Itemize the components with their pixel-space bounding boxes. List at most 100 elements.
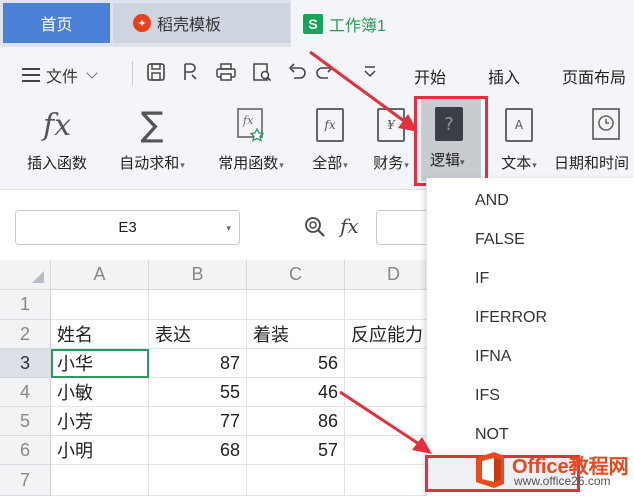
name-box[interactable]: E3 ▾ <box>15 210 240 245</box>
menu-item-and[interactable]: AND <box>475 192 509 210</box>
file-menu-button[interactable]: 文件 <box>22 63 98 87</box>
dropdown-arrow-icon: ▾ <box>180 160 185 170</box>
menu-item-ifs[interactable]: IFS <box>475 387 500 405</box>
common-functions-button[interactable]: fx 常用函数▾ <box>206 100 296 190</box>
cell-a2[interactable]: 姓名 <box>51 320 149 349</box>
cell-c7[interactable] <box>247 465 345 496</box>
all-functions-button[interactable]: fx 全部▾ <box>304 100 356 190</box>
hamburger-icon <box>22 68 40 82</box>
row-header-7[interactable]: 7 <box>0 465 51 496</box>
svg-text:fx: fx <box>242 114 254 127</box>
formula-ribbon: fx 插入函数 ∑ 自动求和▾ fx 常用函数▾ fx 全部▾ ¥ 财务▾ A … <box>0 100 634 190</box>
logic-functions-dropdown: AND FALSE IF IFERROR IFNA IFS NOT <box>426 178 634 496</box>
text-functions-button[interactable]: A 文本▾ <box>496 100 542 190</box>
highlight-box-logic <box>414 96 488 186</box>
datetime-functions-label: 日期和时间 <box>554 155 630 172</box>
print-preview-icon[interactable] <box>250 60 274 84</box>
cell-reference: E3 <box>118 219 137 236</box>
watermark: Office教程网 www.office26.com <box>470 450 634 490</box>
undo-icon[interactable] <box>284 60 308 84</box>
cell-b6[interactable]: 68 <box>149 436 247 465</box>
clock-book-icon <box>588 106 624 144</box>
spreadsheet-icon: S <box>303 13 323 34</box>
sigma-icon: ∑ <box>140 105 164 145</box>
common-functions-label: 常用函数 <box>218 155 279 172</box>
cell-b4[interactable]: 55 <box>149 378 247 407</box>
insert-function-label: 插入函数 <box>26 155 87 172</box>
save-icon[interactable] <box>144 60 168 84</box>
zoom-formula-icon[interactable] <box>302 214 328 240</box>
fx-icon: fx <box>42 107 72 143</box>
cell-a5[interactable]: 小芳 <box>51 407 149 436</box>
menu-insert[interactable]: 插入 <box>488 64 520 88</box>
menu-page-layout[interactable]: 页面布局 <box>562 64 626 88</box>
menu-item-false[interactable]: FALSE <box>475 231 525 249</box>
tab-bar: 首页 ✦ 稻壳模板 S 工作簿1 <box>0 0 634 47</box>
column-header-a[interactable]: A <box>51 260 149 290</box>
print-icon[interactable] <box>214 60 238 84</box>
finance-button[interactable]: ¥ 财务▾ <box>366 100 416 190</box>
more-dropdown-icon[interactable] <box>358 60 382 84</box>
file-menu-label: 文件 <box>46 69 79 86</box>
tab-workbook[interactable]: S 工作簿1 <box>291 0 634 47</box>
cell-b2[interactable]: 表达 <box>149 320 247 349</box>
finance-label: 财务 <box>373 155 404 172</box>
watermark-url: www.office26.com <box>514 474 611 488</box>
chevron-down-icon <box>86 67 98 79</box>
row-header-4[interactable]: 4 <box>0 378 51 407</box>
menu-start[interactable]: 开始 <box>414 64 446 88</box>
docer-logo-icon: ✦ <box>133 14 151 32</box>
divider <box>132 61 133 85</box>
cell-a1[interactable] <box>51 290 149 320</box>
cell-a6[interactable]: 小明 <box>51 436 149 465</box>
dropdown-arrow-icon: ▾ <box>279 160 284 170</box>
dropdown-arrow-icon: ▾ <box>532 160 537 170</box>
finance-icon: ¥ <box>373 106 409 144</box>
menu-item-ifna[interactable]: IFNA <box>475 348 511 366</box>
chevron-down-icon: ▾ <box>226 223 231 233</box>
row-header-1[interactable]: 1 <box>0 290 51 320</box>
menu-bar: 文件 开始 插入 页面布局 <box>0 47 634 100</box>
cell-c5[interactable]: 86 <box>247 407 345 436</box>
cell-b1[interactable] <box>149 290 247 320</box>
autosum-button[interactable]: ∑ 自动求和▾ <box>108 100 196 190</box>
row-header-6[interactable]: 6 <box>0 436 51 465</box>
row-header-2[interactable]: 2 <box>0 320 51 349</box>
tab-workbook-label: 工作簿1 <box>329 17 386 35</box>
menu-item-iferror[interactable]: IFERROR <box>475 309 547 327</box>
cell-c1[interactable] <box>247 290 345 320</box>
autosum-label: 自动求和 <box>119 155 180 172</box>
tab-home-label: 首页 <box>40 17 73 34</box>
cell-a3[interactable]: 小华 <box>51 349 149 378</box>
row-header-3[interactable]: 3 <box>0 349 51 378</box>
datetime-functions-button[interactable]: 日期和时间 <box>554 100 634 190</box>
cell-a4[interactable]: 小敏 <box>51 378 149 407</box>
all-functions-label: 全部 <box>312 155 343 172</box>
cell-c3[interactable]: 56 <box>247 349 345 378</box>
cell-b3[interactable]: 87 <box>149 349 247 378</box>
dropdown-arrow-icon: ▾ <box>343 160 348 170</box>
insert-function-button[interactable]: fx 插入函数 <box>18 100 96 190</box>
column-header-c[interactable]: C <box>247 260 345 290</box>
fx-icon[interactable]: fx <box>340 214 359 238</box>
cell-c2[interactable]: 着装 <box>247 320 345 349</box>
cell-c4[interactable]: 46 <box>247 378 345 407</box>
text-book-icon: A <box>501 106 537 144</box>
select-all-corner[interactable] <box>0 260 51 290</box>
all-functions-icon: fx <box>312 106 348 144</box>
dropdown-arrow-icon: ▾ <box>404 160 409 170</box>
export-pdf-icon[interactable] <box>178 60 202 84</box>
redo-icon[interactable] <box>314 60 338 84</box>
menu-item-not[interactable]: NOT <box>475 426 509 444</box>
column-header-b[interactable]: B <box>149 260 247 290</box>
row-header-5[interactable]: 5 <box>0 407 51 436</box>
cell-a7[interactable] <box>51 465 149 496</box>
tab-template-label: 稻壳模板 <box>157 17 222 34</box>
cell-c6[interactable]: 57 <box>247 436 345 465</box>
cell-b7[interactable] <box>149 465 247 496</box>
cell-b5[interactable]: 77 <box>149 407 247 436</box>
tab-home[interactable]: 首页 <box>3 3 110 43</box>
office-logo-icon <box>476 452 504 488</box>
menu-item-if[interactable]: IF <box>475 270 489 288</box>
tab-template[interactable]: ✦ 稻壳模板 <box>113 3 290 43</box>
